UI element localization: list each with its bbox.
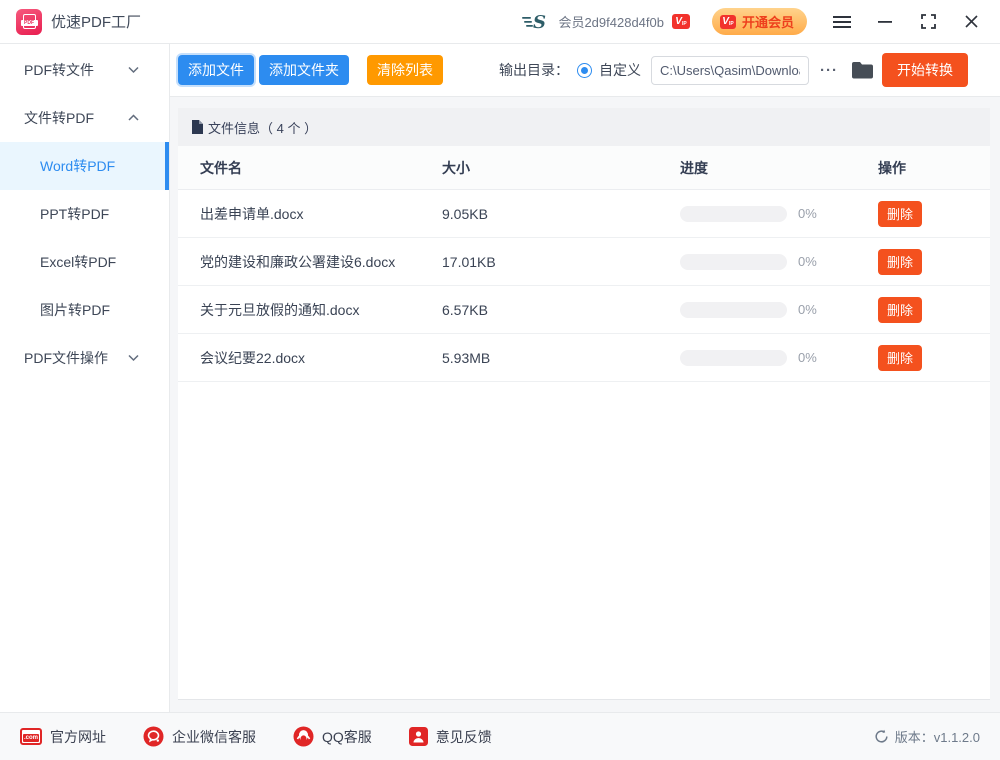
website-icon: .com: [20, 728, 42, 745]
app-window: PDF 优速PDF工厂 S 会员2d9f428d4f0b VIP VIP 开通会…: [0, 0, 1000, 760]
toolbar: 添加文件 添加文件夹 清除列表 输出目录： 自定义 ··· 开始转换: [170, 44, 1000, 97]
file-panel: 文件信息（ 4 个 ） 文件名 大小 进度 操作 出差申请单.docx 9.05…: [178, 108, 990, 700]
progress-bar: [680, 254, 787, 270]
file-name: 会议纪要22.docx: [200, 348, 442, 368]
custom-output-radio[interactable]: 自定义: [577, 60, 641, 80]
delete-button[interactable]: 删除: [878, 297, 922, 323]
sidebar: PDF转文件 文件转PDF Word转PDF PPT转PDF Excel转PDF: [0, 44, 170, 712]
titlebar: PDF 优速PDF工厂 S 会员2d9f428d4f0b VIP VIP 开通会…: [0, 0, 1000, 44]
browse-more-button[interactable]: ···: [820, 62, 838, 79]
version-label: 版本：v1.1.2.0: [895, 727, 980, 746]
sidebar-item-label: PPT转PDF: [40, 204, 109, 224]
table-row: 关于元旦放假的通知.docx 6.57KB 0% 删除: [178, 286, 990, 334]
sidebar-item-image-to-pdf[interactable]: 图片转PDF: [0, 286, 169, 334]
file-info-header: 文件信息（ 4 个 ）: [178, 108, 990, 146]
minimize-icon[interactable]: [876, 13, 894, 31]
sidebar-item-pdf-file-ops[interactable]: PDF文件操作: [0, 334, 169, 382]
menu-icon[interactable]: [833, 13, 851, 31]
avatar-swoosh-icon: S: [522, 12, 550, 32]
chevron-down-icon: [128, 67, 139, 74]
progress-bar: [680, 302, 787, 318]
table-row: 党的建设和廉政公署建设6.docx 17.01KB 0% 删除: [178, 238, 990, 286]
maximize-icon[interactable]: [919, 13, 937, 31]
progress-percent: 0%: [798, 254, 817, 269]
table-row: 会议纪要22.docx 5.93MB 0% 删除: [178, 334, 990, 382]
sidebar-item-label: 图片转PDF: [40, 300, 110, 320]
sidebar-item-label: Excel转PDF: [40, 252, 116, 272]
delete-button[interactable]: 删除: [878, 201, 922, 227]
custom-label: 自定义: [599, 60, 641, 80]
content: 文件信息（ 4 个 ） 文件名 大小 进度 操作 出差申请单.docx 9.05…: [170, 97, 1000, 712]
radio-selected-icon: [577, 63, 592, 78]
member-id: 会员2d9f428d4f0b: [558, 12, 664, 31]
sidebar-item-excel-to-pdf[interactable]: Excel转PDF: [0, 238, 169, 286]
wecom-icon: [143, 726, 164, 747]
chevron-down-icon: [128, 355, 139, 362]
file-name: 党的建设和廉政公署建设6.docx: [200, 252, 442, 272]
sidebar-item-ppt-to-pdf[interactable]: PPT转PDF: [0, 190, 169, 238]
column-header-progress: 进度: [680, 158, 878, 178]
column-header-action: 操作: [878, 158, 968, 178]
file-size: 17.01KB: [442, 254, 680, 270]
file-name: 出差申请单.docx: [200, 204, 442, 224]
column-header-name: 文件名: [200, 158, 442, 178]
sidebar-item-label: Word转PDF: [40, 156, 115, 176]
open-vip-button[interactable]: VIP 开通会员: [712, 8, 807, 35]
sidebar-item-word-to-pdf[interactable]: Word转PDF: [0, 142, 169, 190]
delete-button[interactable]: 删除: [878, 345, 922, 371]
output-dir-label: 输出目录：: [499, 60, 569, 80]
open-folder-icon[interactable]: [852, 62, 873, 79]
footer: .com 官方网址 企业微信客服: [0, 712, 1000, 760]
qq-icon: [293, 726, 314, 747]
sidebar-item-file-to-pdf[interactable]: 文件转PDF: [0, 94, 169, 142]
clear-list-button[interactable]: 清除列表: [367, 55, 443, 85]
refresh-icon[interactable]: [874, 729, 889, 744]
sidebar-item-label: 文件转PDF: [24, 108, 94, 128]
qq-support-link[interactable]: QQ客服: [293, 726, 372, 747]
output-path-input[interactable]: [651, 56, 809, 85]
start-convert-button[interactable]: 开始转换: [882, 53, 968, 87]
sidebar-item-pdf-to-file[interactable]: PDF转文件: [0, 46, 169, 94]
close-icon[interactable]: [962, 13, 980, 31]
wecom-support-link[interactable]: 企业微信客服: [143, 726, 256, 747]
official-website-link[interactable]: .com 官方网址: [20, 727, 106, 747]
logo-pdf-text: PDF: [21, 20, 38, 26]
feedback-icon: [409, 727, 428, 746]
file-size: 9.05KB: [442, 206, 680, 222]
vip-badge-icon: VIP: [672, 14, 690, 29]
footer-link-label: QQ客服: [322, 727, 372, 747]
file-name: 关于元旦放假的通知.docx: [200, 300, 442, 320]
svg-text:S: S: [533, 12, 546, 32]
main-area: 添加文件 添加文件夹 清除列表 输出目录： 自定义 ··· 开始转换: [170, 44, 1000, 712]
open-vip-label: 开通会员: [742, 12, 794, 31]
delete-button[interactable]: 删除: [878, 249, 922, 275]
chevron-up-icon: [128, 115, 139, 122]
file-size: 5.93MB: [442, 350, 680, 366]
sidebar-item-label: PDF文件操作: [24, 348, 108, 368]
version-info: 版本：v1.1.2.0: [874, 727, 980, 746]
progress-percent: 0%: [798, 302, 817, 317]
app-logo-icon: PDF: [16, 9, 42, 35]
footer-link-label: 意见反馈: [436, 727, 492, 747]
member-account[interactable]: S 会员2d9f428d4f0b VIP: [522, 12, 690, 32]
window-controls: [833, 13, 980, 31]
table-row: 出差申请单.docx 9.05KB 0% 删除: [178, 190, 990, 238]
progress-percent: 0%: [798, 350, 817, 365]
document-icon: [192, 120, 203, 134]
sidebar-item-label: PDF转文件: [24, 60, 94, 80]
footer-link-label: 官方网址: [50, 727, 106, 747]
vip-icon: VIP: [720, 15, 736, 29]
feedback-link[interactable]: 意见反馈: [409, 727, 492, 747]
progress-bar: [680, 206, 787, 222]
footer-link-label: 企业微信客服: [172, 727, 256, 747]
app-title: 优速PDF工厂: [51, 11, 141, 32]
table-header: 文件名 大小 进度 操作: [178, 146, 990, 190]
file-info-title: 文件信息（ 4 个 ）: [208, 118, 317, 137]
add-folder-button[interactable]: 添加文件夹: [259, 55, 349, 85]
column-header-size: 大小: [442, 158, 680, 178]
file-size: 6.57KB: [442, 302, 680, 318]
progress-percent: 0%: [798, 206, 817, 221]
progress-bar: [680, 350, 787, 366]
add-file-button[interactable]: 添加文件: [178, 55, 254, 85]
